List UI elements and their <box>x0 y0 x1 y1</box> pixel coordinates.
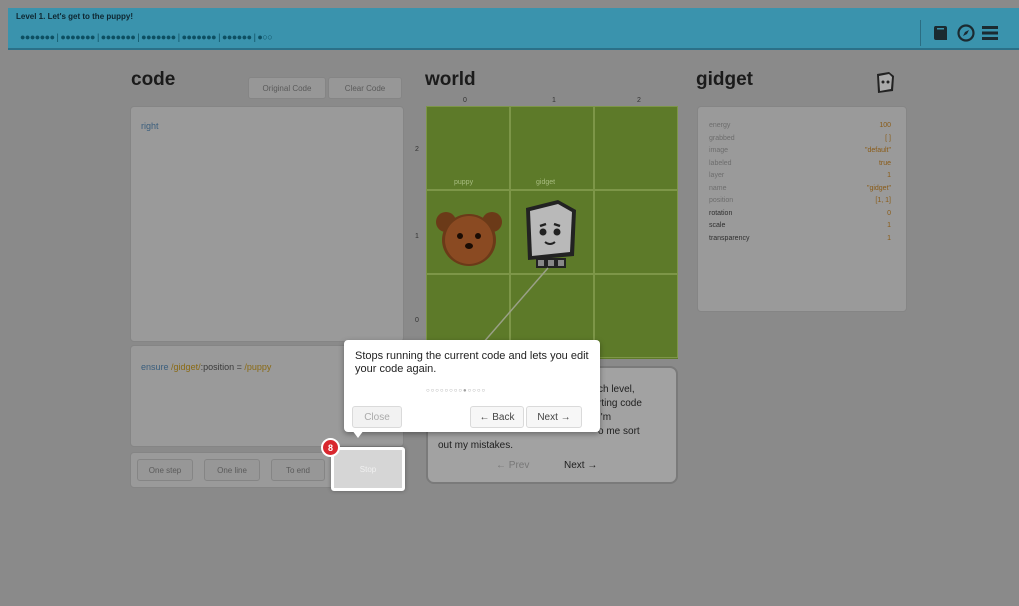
property-key: labeled <box>709 159 732 167</box>
one-step-button[interactable]: One step <box>137 459 193 481</box>
property-row-scale: scale 1 <box>709 222 891 234</box>
x-axis-label-2: 2 <box>637 97 641 104</box>
property-row-name: name "gidget" <box>709 185 891 197</box>
speech-prev-button[interactable]: ← Prev <box>496 460 529 471</box>
grid-cell[interactable] <box>594 106 678 190</box>
grid-cell[interactable] <box>594 190 678 274</box>
gidget-avatar-icon <box>877 72 894 93</box>
code-editor-text: right <box>141 121 159 131</box>
property-key: name <box>709 184 727 192</box>
property-key: rotation <box>709 209 733 217</box>
popup-back-button[interactable]: ← Back <box>470 406 524 428</box>
property-key: grabbed <box>709 134 735 142</box>
popup-step-dots: ○○○○○○○○●○○○○ <box>426 388 487 394</box>
tutorial-popup: Stops running the current code and lets … <box>344 340 600 432</box>
world-grid[interactable]: puppy gidget <box>426 106 678 359</box>
popup-message: Stops running the current code and lets … <box>355 350 589 375</box>
property-key: position <box>709 197 734 204</box>
stop-button[interactable]: Stop <box>331 447 405 491</box>
property-row-energy: energy 100 <box>709 122 891 134</box>
original-code-button[interactable]: Original Code <box>248 77 326 99</box>
property-value: 1 <box>887 234 891 242</box>
property-key: transparency <box>709 234 750 242</box>
menu-icon[interactable] <box>980 23 1000 43</box>
goal-ensure-line: ensure /gidget/:position = /puppy <box>141 362 271 372</box>
level-progress: ●●●●●●● | ●●●●●●● | ●●●●●●● | ●●●●●●● | … <box>20 32 273 42</box>
level-header: Level 1. Let's get to the puppy! ●●●●●●●… <box>8 8 1019 50</box>
property-key: image <box>709 147 729 154</box>
popup-close-button[interactable]: Close <box>352 406 402 428</box>
y-axis-label-1: 1 <box>415 233 419 240</box>
to-end-button[interactable]: To end <box>271 459 325 481</box>
level-title: Level 1. Let's get to the puppy! <box>16 12 134 21</box>
property-value: [ ] <box>885 134 891 142</box>
code-editor[interactable] <box>130 106 404 342</box>
ensure-gidget: /gidget/ <box>171 362 201 372</box>
property-row-position: position [1, 1] <box>709 197 891 209</box>
property-key: scale <box>709 222 726 229</box>
property-value: true <box>878 159 891 167</box>
code-title: code <box>131 69 176 90</box>
one-line-button[interactable]: One line <box>204 459 260 481</box>
property-value: "default" <box>865 147 891 154</box>
header-divider <box>920 20 921 46</box>
property-row-transparency: transparency 1 <box>709 235 891 247</box>
speech-next-button[interactable]: Next → <box>564 460 597 471</box>
property-value: 1 <box>887 222 891 229</box>
property-value: 100 <box>879 122 891 129</box>
property-value: "gidget" <box>866 184 891 192</box>
compass-icon[interactable] <box>956 23 976 43</box>
puppy-sprite[interactable] <box>434 202 504 270</box>
speech-line: out my mistakes. <box>438 440 514 451</box>
property-row-layer: layer 1 <box>709 172 891 184</box>
grid-cell[interactable] <box>426 106 510 190</box>
gidget-properties-list: energy 100 grabbed [ ] image "default" labeled… <box>697 106 907 312</box>
popup-pointer <box>352 430 364 438</box>
world-title: world <box>425 69 476 90</box>
ensure-puppy: /puppy <box>244 362 272 372</box>
tutorial-step-badge: 8 <box>321 438 340 457</box>
property-key: energy <box>709 122 731 129</box>
x-axis-label-1: 1 <box>552 97 556 104</box>
property-row-grabbed: grabbed [ ] <box>709 135 891 147</box>
property-value: 0 <box>887 209 891 217</box>
gidget-label: gidget <box>536 179 556 186</box>
y-axis-label-2: 2 <box>415 146 419 153</box>
book-icon[interactable] <box>931 23 951 43</box>
property-value: 1 <box>887 172 891 179</box>
property-row-labeled: labeled true <box>709 160 891 172</box>
puppy-label: puppy <box>454 179 474 186</box>
speech-line: ch level, <box>598 384 635 395</box>
speech-line: rting code <box>598 398 642 409</box>
grid-cell[interactable] <box>510 106 594 190</box>
property-key: layer <box>709 172 725 179</box>
popup-next-button[interactable]: Next → <box>526 406 582 428</box>
gidget-title: gidget <box>696 69 753 90</box>
gidget-sprite[interactable] <box>518 194 582 274</box>
ensure-keyword: ensure <box>141 362 169 372</box>
property-row-rotation: rotation 0 <box>709 210 891 222</box>
ensure-position: :position = <box>200 362 245 372</box>
speech-line: o me sort <box>598 426 640 437</box>
property-row-image: image "default" <box>709 147 891 159</box>
clear-code-button[interactable]: Clear Code <box>328 77 402 99</box>
y-axis-label-0: 0 <box>415 317 419 324</box>
property-value: [1, 1] <box>875 197 891 204</box>
x-axis-label-0: 0 <box>463 97 467 104</box>
grid-cell[interactable] <box>594 274 678 358</box>
